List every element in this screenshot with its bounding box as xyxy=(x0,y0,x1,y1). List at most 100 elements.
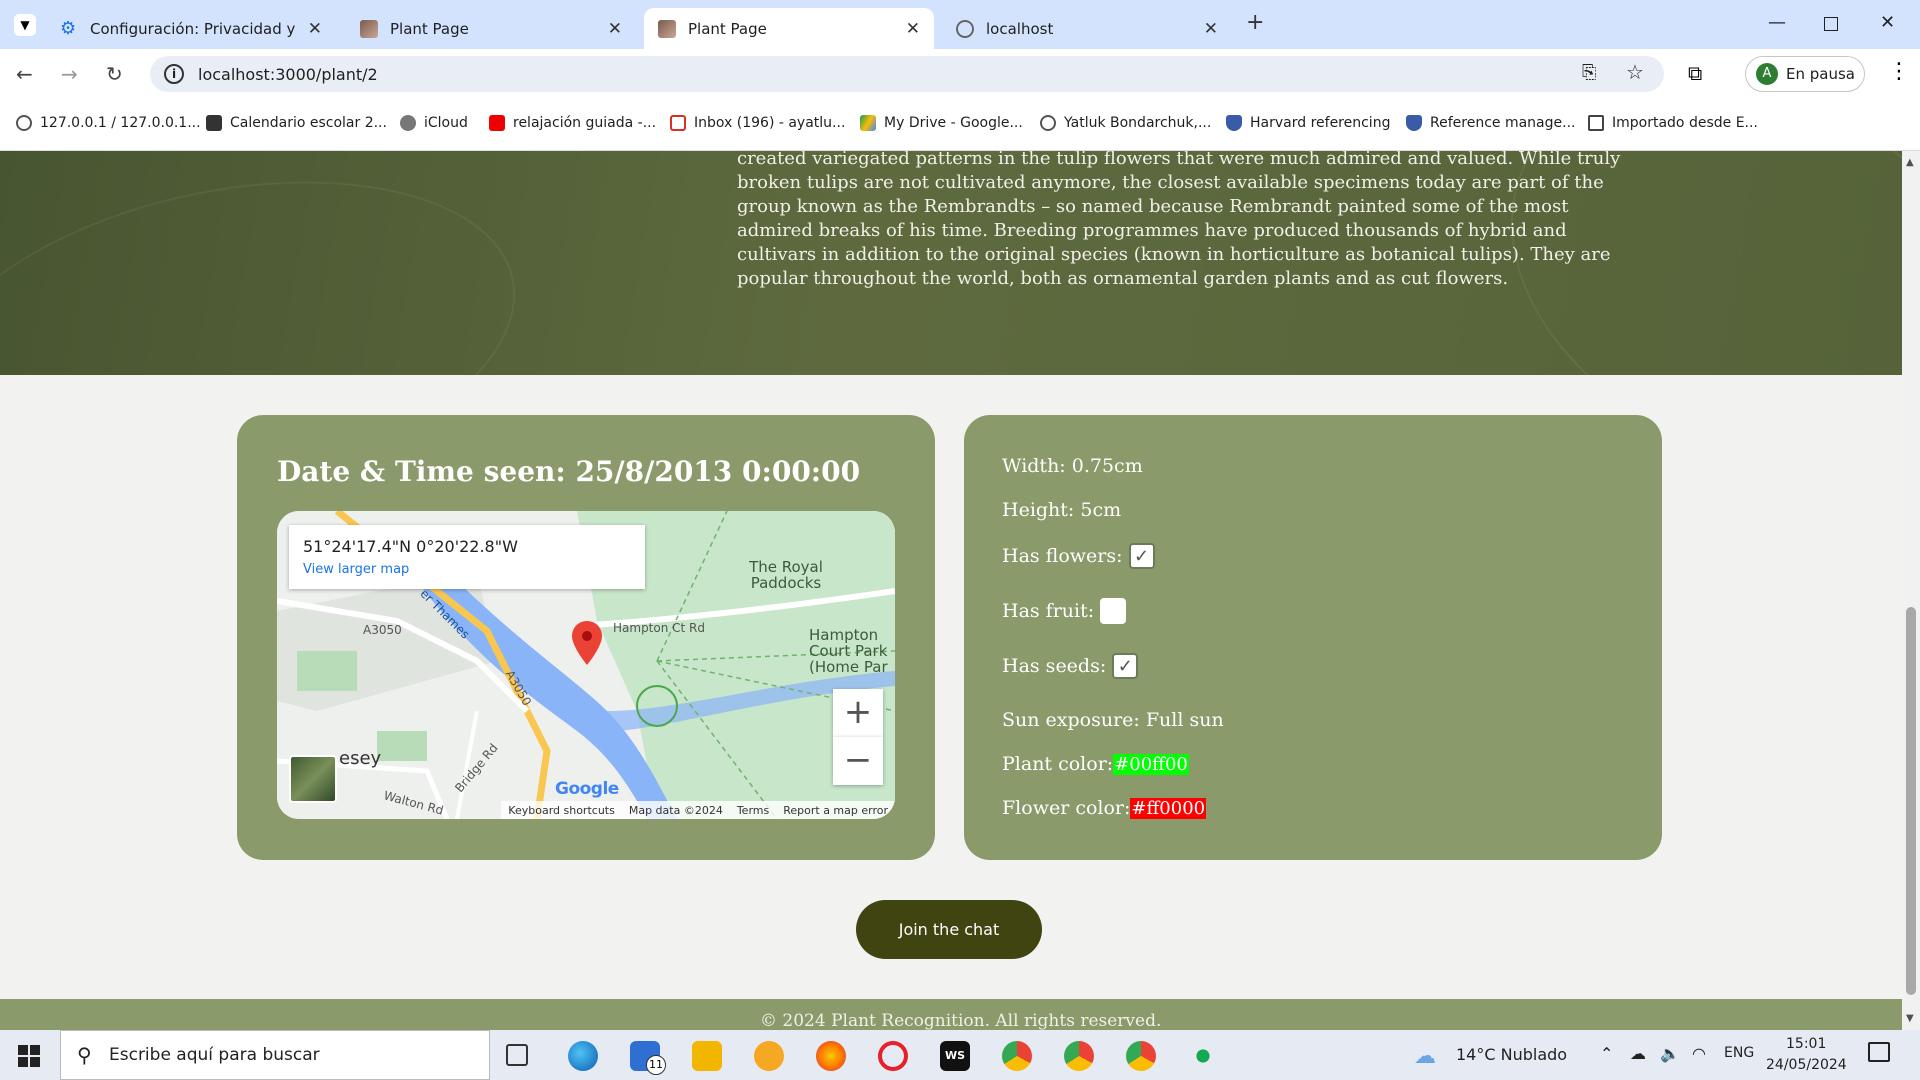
address-bar[interactable]: i localhost:3000/plant/2 ⎘ ☆ xyxy=(150,56,1664,92)
mongodb-icon[interactable] xyxy=(1188,1041,1218,1071)
file-explorer-icon[interactable] xyxy=(692,1041,722,1071)
scroll-down-arrow-icon[interactable]: ▼ xyxy=(1906,1013,1914,1024)
extensions-icon[interactable]: ⧉ xyxy=(1688,61,1702,85)
sun-exposure-attribute: Sun exposure: Full sun xyxy=(1002,709,1224,731)
close-icon[interactable]: ✕ xyxy=(1204,19,1218,39)
close-window-icon[interactable]: ✕ xyxy=(1880,12,1895,33)
tray-chevron-up-icon[interactable]: ⌃ xyxy=(1600,1044,1613,1063)
attributes-card: Width: 0.75cm Height: 5cm Has flowers: ✓… xyxy=(964,415,1662,860)
forward-arrow-icon[interactable]: → xyxy=(61,62,78,86)
clock-date[interactable]: 24/05/2024 xyxy=(1766,1057,1847,1073)
date-time-seen: Date & Time seen: 25/8/2013 0:00:00 xyxy=(277,455,861,488)
chrome-icon[interactable] xyxy=(1126,1041,1156,1071)
install-app-icon[interactable]: ⎘ xyxy=(1582,62,1596,83)
join-chat-button[interactable]: Join the chat xyxy=(856,900,1042,959)
task-view-icon[interactable] xyxy=(506,1044,528,1066)
avatar: A xyxy=(1756,63,1778,85)
map-data-text: Map data ©2024 xyxy=(628,803,723,817)
scroll-up-arrow-icon[interactable]: ▲ xyxy=(1906,157,1914,168)
bookmark-item[interactable]: Inbox (196) - ayatlu... xyxy=(670,115,845,131)
speaker-icon[interactable]: 🔈 xyxy=(1660,1044,1680,1063)
has-fruit-row: Has fruit: xyxy=(1002,598,1127,624)
gmail-icon xyxy=(670,115,686,131)
terms-link[interactable]: Terms xyxy=(730,804,776,817)
weather-text[interactable]: 14°C Nublado xyxy=(1456,1045,1567,1064)
has-fruit-label: Has fruit: xyxy=(1002,600,1095,622)
edge-browser-icon[interactable] xyxy=(568,1041,598,1071)
browser-toolbar: ← → ↻ i localhost:3000/plant/2 ⎘ ☆ ⧉ A E… xyxy=(0,49,1920,99)
keyboard-shortcuts-link[interactable]: Keyboard shortcuts xyxy=(501,804,622,817)
report-error-link[interactable]: Report a map error xyxy=(776,804,895,817)
has-seeds-row: Has seeds: ✓ xyxy=(1002,653,1139,679)
site-info-icon[interactable]: i xyxy=(164,64,184,84)
wifi-icon[interactable]: ◠ xyxy=(1692,1044,1706,1063)
has-fruit-checkbox[interactable] xyxy=(1100,598,1127,624)
brave-browser-icon[interactable] xyxy=(754,1041,784,1071)
chrome-icon[interactable] xyxy=(1002,1041,1032,1071)
reload-icon[interactable]: ↻ xyxy=(106,62,123,86)
location-map[interactable]: The Royal Paddocks Hampton Court Park (H… xyxy=(277,511,895,819)
new-tab-button[interactable]: + xyxy=(1246,10,1264,35)
clock-time[interactable]: 15:01 xyxy=(1786,1036,1826,1052)
tab-settings[interactable]: ⚙ Configuración: Privacidad y seg ✕ xyxy=(46,8,336,49)
notification-icon[interactable] xyxy=(1868,1042,1890,1062)
mail-icon[interactable]: 11 xyxy=(630,1041,666,1075)
has-flowers-checkbox[interactable]: ✓ xyxy=(1128,543,1155,569)
apple-icon xyxy=(400,115,416,131)
map-pin-icon[interactable] xyxy=(572,621,602,665)
close-icon[interactable]: ✕ xyxy=(906,19,920,39)
bookmark-item[interactable]: Calendario escolar 2... xyxy=(206,115,387,131)
leaf-decoration xyxy=(0,151,545,375)
bookmark-item[interactable]: relajación guiada -... xyxy=(489,115,656,131)
has-seeds-checkbox[interactable]: ✓ xyxy=(1112,653,1139,679)
bookmark-item[interactable]: Harvard referencing xyxy=(1226,115,1390,131)
map-coordinates: 51°24'17.4"N 0°20'22.8"W xyxy=(303,537,518,556)
tab-localhost[interactable]: localhost ✕ xyxy=(942,8,1232,49)
tab-plant-page-1[interactable]: Plant Page ✕ xyxy=(346,8,636,49)
page-scrollbar[interactable]: ▲ ▼ xyxy=(1902,151,1920,1030)
close-icon[interactable]: ✕ xyxy=(308,19,322,39)
windows-start-icon[interactable] xyxy=(18,1045,40,1067)
bookmark-item[interactable]: 127.0.0.1 / 127.0.0.1... xyxy=(16,115,201,131)
webstorm-icon[interactable]: WS xyxy=(940,1041,970,1071)
bookmark-item[interactable]: Reference manage... xyxy=(1406,115,1575,131)
tab-title: Plant Page xyxy=(390,19,469,38)
map-info-card: 51°24'17.4"N 0°20'22.8"W View larger map xyxy=(289,525,645,589)
width-attribute: Width: 0.75cm xyxy=(1002,455,1143,477)
bookmark-label: Yatluk Bondarchuk,... xyxy=(1064,115,1212,131)
bookmarks-bar: 127.0.0.1 / 127.0.0.1... Calendario esco… xyxy=(0,99,1920,151)
bookmark-item[interactable]: My Drive - Google... xyxy=(860,115,1023,131)
bookmark-item[interactable]: iCloud xyxy=(400,115,468,131)
star-bookmark-icon[interactable]: ☆ xyxy=(1626,60,1644,84)
bookmark-label: iCloud xyxy=(424,115,468,131)
view-larger-map-link[interactable]: View larger map xyxy=(303,562,631,577)
back-arrow-icon[interactable]: ← xyxy=(16,62,33,86)
globe-icon xyxy=(16,115,32,131)
language-indicator[interactable]: ENG xyxy=(1724,1045,1754,1061)
satellite-toggle-icon[interactable] xyxy=(289,755,337,803)
scrollbar-thumb[interactable] xyxy=(1906,607,1916,995)
onedrive-cloud-icon[interactable]: ☁ xyxy=(1630,1044,1646,1063)
tab-plant-page-active[interactable]: Plant Page ✕ xyxy=(644,8,934,49)
page-viewport: created variegated patterns in the tulip… xyxy=(0,151,1902,1030)
flower-color-row: Flower color: #ff0000 xyxy=(1002,797,1207,819)
zoom-out-button[interactable]: − xyxy=(833,737,883,785)
close-icon[interactable]: ✕ xyxy=(608,19,622,39)
zoom-in-button[interactable]: + xyxy=(833,689,883,737)
restore-icon[interactable] xyxy=(1824,17,1838,31)
minimize-icon[interactable]: — xyxy=(1768,12,1786,33)
bookmark-item[interactable]: Yatluk Bondarchuk,... xyxy=(1040,115,1211,131)
profile-button[interactable]: A En pausa xyxy=(1745,56,1865,92)
bookmark-folder[interactable]: Importado desde E... xyxy=(1588,115,1758,131)
menu-kebab-icon[interactable]: ⋮ xyxy=(1888,59,1910,84)
google-logo-text: Google xyxy=(555,779,619,799)
firefox-icon[interactable] xyxy=(816,1041,846,1071)
taskbar-search-input[interactable]: ⚲ Escribe aquí para buscar xyxy=(60,1030,490,1080)
opera-icon[interactable] xyxy=(878,1041,908,1071)
tab-search-chevron-icon[interactable]: ▼ xyxy=(14,14,36,36)
mail-badge: 11 xyxy=(646,1055,666,1075)
chrome-icon[interactable] xyxy=(1064,1041,1094,1071)
plant-description: created variegated patterns in the tulip… xyxy=(737,151,1621,289)
browser-tab-strip: ▼ ⚙ Configuración: Privacidad y seg ✕ Pl… xyxy=(0,0,1920,49)
map-label: esey xyxy=(339,748,382,769)
